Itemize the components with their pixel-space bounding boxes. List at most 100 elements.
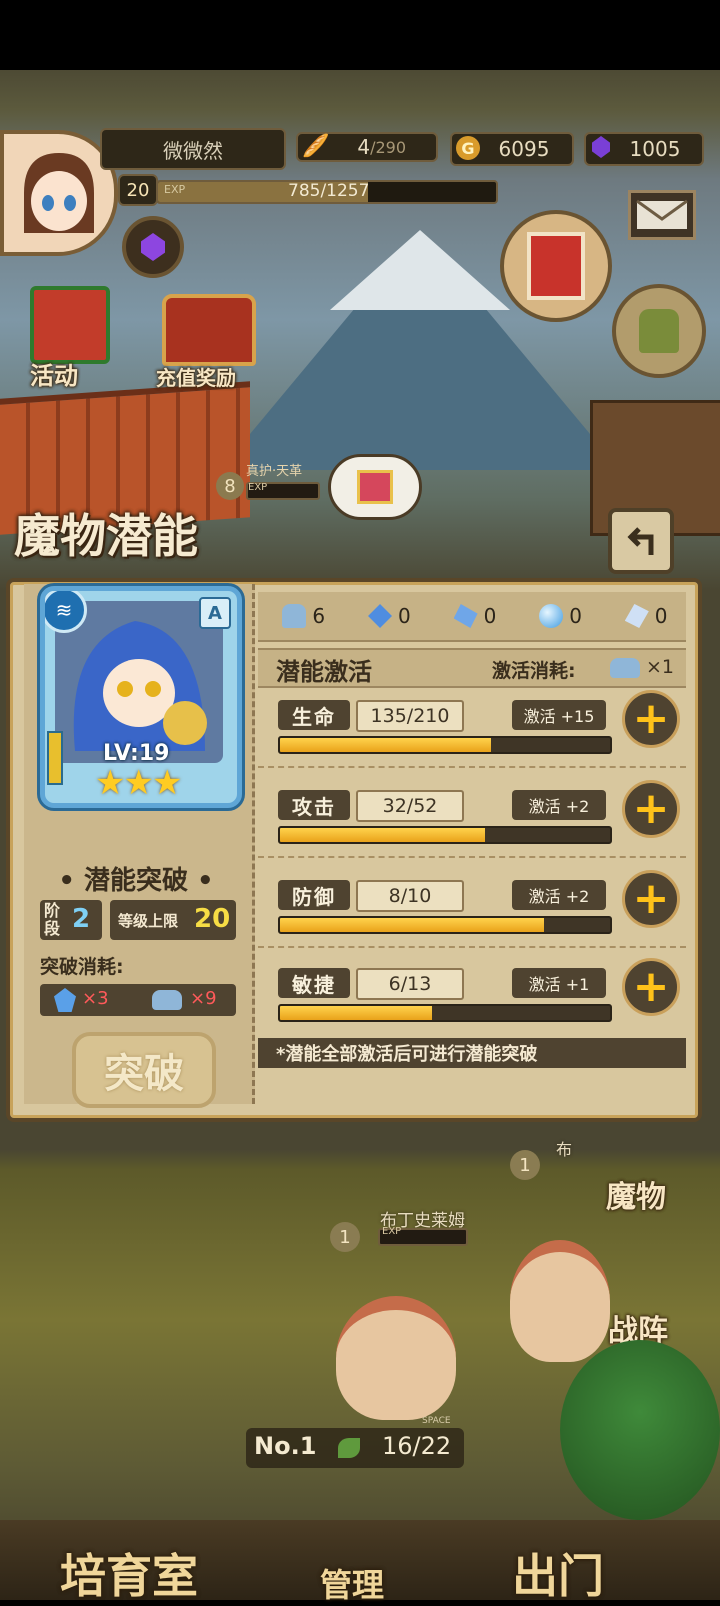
level-cap-value: 20 [194, 904, 231, 934]
resource-shard-count: 0 [483, 604, 497, 628]
resource-prism-count: 0 [654, 604, 668, 628]
back-button[interactable] [608, 508, 674, 574]
stat-progress-fill [280, 738, 492, 752]
monster-card[interactable]: ≋ A LV:19 ★★★ [40, 586, 242, 808]
exp-text: 785/1257 [288, 181, 370, 201]
orb-icon [539, 604, 564, 628]
backpack-icon [639, 309, 679, 353]
stat-row-2: 防御 8/10 激活 +2 + [258, 870, 686, 950]
stat-value: 32/52 [356, 790, 464, 822]
stat-activate-plus-button[interactable]: + [622, 870, 680, 928]
field-monster-status: 1 EXP [330, 1222, 470, 1252]
resource-bar: 6 0 0 0 0 [258, 592, 686, 642]
level-cap-box: 等级上限 20 [110, 900, 236, 940]
crystal-icon [368, 604, 393, 628]
level-cap-label: 等级上限 [118, 912, 179, 930]
avatar-face-icon [24, 153, 94, 233]
stat-divider [258, 766, 686, 768]
ninja-status: 真护·天革 8 EXP [200, 464, 320, 510]
resource-crystal: 0 [362, 604, 411, 628]
stat-activate-bonus: 激活 +2 [512, 880, 606, 910]
bread-icon: 🥖 [302, 134, 330, 159]
sword-icon [47, 731, 63, 785]
space-count: 16/22 [382, 1432, 452, 1460]
stat-activate-plus-button[interactable]: + [622, 958, 680, 1016]
breakthrough-button[interactable]: 突破 [72, 1032, 216, 1108]
stat-name: 攻击 [278, 790, 350, 820]
purple-gem-icon [592, 136, 610, 158]
stat-value: 135/210 [356, 700, 464, 732]
leaf-icon [338, 1438, 360, 1458]
gem-plus-icon [141, 233, 165, 261]
stat-value: 8/10 [356, 880, 464, 912]
activation-header: 潜能激活 激活消耗: ×1 [258, 648, 686, 688]
stat-activate-plus-button[interactable]: + [622, 780, 680, 838]
field-monster-level: 1 [330, 1222, 360, 1252]
stat-activate-bonus: 激活 +2 [512, 790, 606, 820]
stage-value: 2 [72, 904, 91, 934]
recharge-reward-button[interactable]: 充值奖励 [150, 286, 270, 396]
exp-bar: EXP 785/1257 [156, 180, 498, 204]
gem-amount: 1005 [629, 137, 681, 161]
resource-shard: 0 [448, 604, 497, 628]
scroll-icon [527, 232, 585, 300]
buy-gems-button[interactable] [122, 216, 184, 278]
monsters-button[interactable]: 魔物 [606, 1172, 666, 1216]
shard-icon [453, 604, 478, 628]
stat-activate-bonus: 激活 +15 [512, 700, 606, 730]
nursery-button[interactable]: 培育室 [60, 1540, 198, 1606]
pudding-slime-monster[interactable] [336, 1296, 456, 1420]
prism-icon [624, 604, 649, 628]
stat-progress-bar [278, 736, 612, 754]
monster-rank: A [199, 597, 231, 629]
mail-button[interactable] [628, 190, 696, 240]
stat-row-1: 攻击 32/52 激活 +2 + [258, 780, 686, 860]
cost-item-2: ×9 [190, 988, 217, 1009]
player-level: 20 [118, 174, 158, 206]
stage-label: 阶段 [44, 901, 61, 938]
stamina-display: 🥖 4 /290 [296, 132, 438, 162]
resource-crystal-count: 0 [398, 604, 411, 628]
bag-button[interactable] [612, 284, 706, 378]
mountain-snow [330, 230, 510, 310]
resource-orb: 0 [533, 604, 582, 628]
stat-name: 生命 [278, 700, 350, 730]
exp-label: EXP [164, 183, 186, 196]
resource-prism: 0 [619, 604, 668, 628]
gift-bubble-button[interactable] [328, 454, 422, 520]
gem-display: 1005 [584, 132, 704, 166]
activity-label: 活动 [30, 362, 78, 390]
breakthrough-title: • 潜能突破 • [58, 866, 214, 896]
manage-button[interactable]: 管理 [320, 1560, 384, 1606]
stat-progress-fill [280, 1006, 432, 1020]
breakthrough-cost-label: 突破消耗: [40, 956, 124, 978]
water-element-icon: ≋ [45, 591, 87, 633]
stat-progress-bar [278, 916, 612, 934]
exit-button[interactable]: 出门 [512, 1540, 604, 1606]
slime-monster-2[interactable] [510, 1240, 610, 1362]
space-label: SPACE [422, 1416, 451, 1426]
blue-crystal-icon [54, 988, 76, 1012]
ninja-level: 8 [216, 472, 244, 500]
gold-amount: 6095 [498, 137, 550, 161]
stat-value: 6/13 [356, 968, 464, 1000]
ninja-name: 真护·天革 [246, 464, 303, 479]
stat-progress-bar [278, 1004, 612, 1022]
stat-progress-fill [280, 828, 485, 842]
treasure-chest-icon [162, 294, 256, 366]
activation-cost-amount: ×1 [646, 656, 675, 678]
activation-cost-label: 激活消耗: [492, 660, 576, 682]
ore-cluster-icon [152, 990, 182, 1010]
second-monster-tag: 布 [556, 1140, 573, 1159]
player-name: 微微然 [100, 128, 286, 170]
quest-scroll-button[interactable] [500, 210, 612, 322]
gold-display: G 6095 [450, 132, 574, 166]
cost-item-1: ×3 [82, 988, 109, 1009]
activity-button[interactable]: 活动 [10, 276, 120, 396]
stat-name: 敏捷 [278, 968, 350, 998]
rank-label: No.1 [254, 1432, 317, 1460]
stat-activate-plus-button[interactable]: + [622, 690, 680, 748]
breakthrough-cost-items: ×3 ×9 [40, 984, 236, 1016]
resource-ore: 6 [276, 604, 325, 628]
gold-coin-icon: G [456, 136, 480, 160]
